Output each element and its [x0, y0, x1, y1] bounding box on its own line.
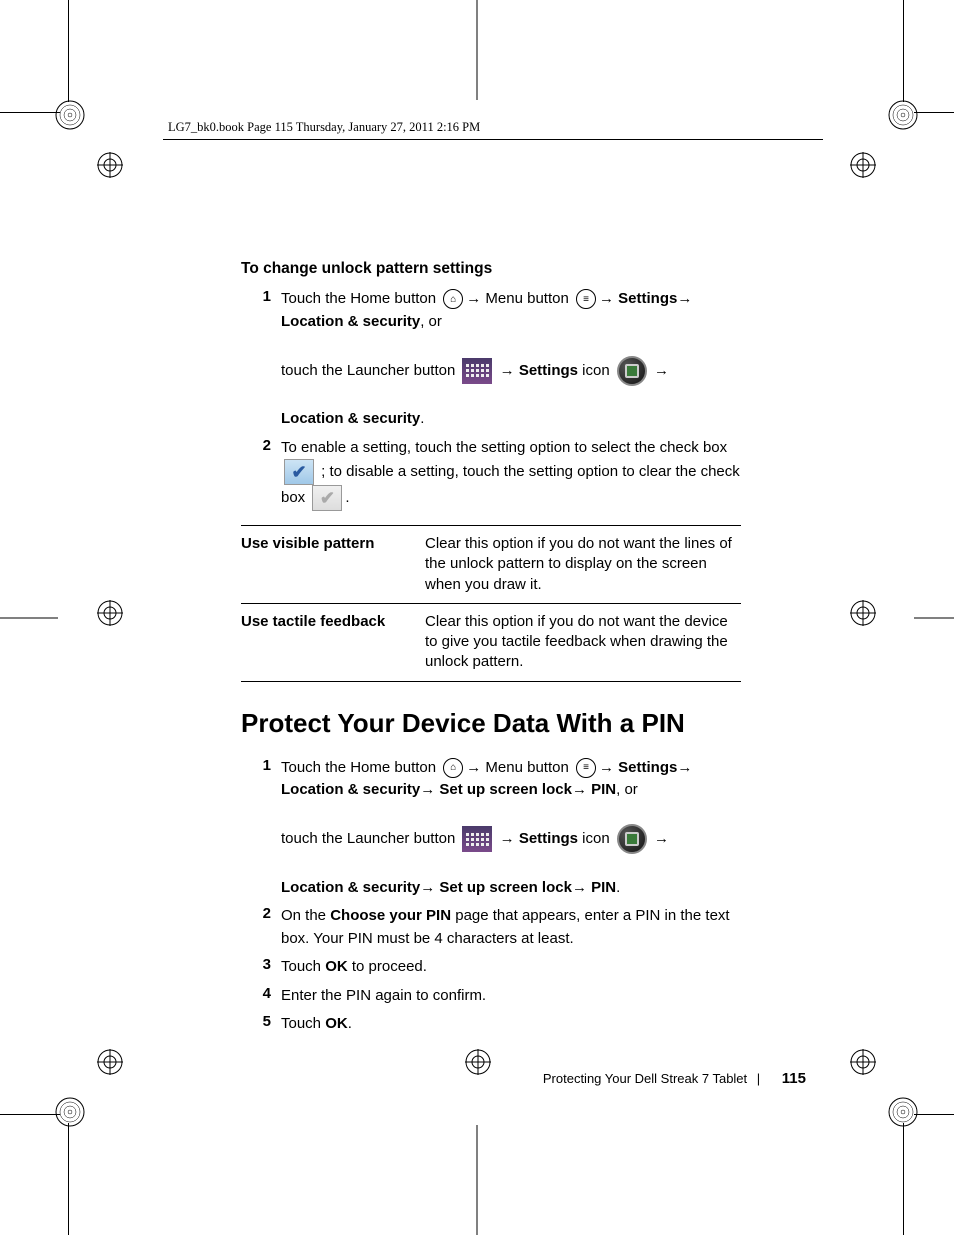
page-footer: Protecting Your Dell Streak 7 Tablet | 1…: [543, 1070, 806, 1087]
step-number: 4: [241, 985, 281, 1008]
section-title: To change unlock pattern settings: [241, 260, 741, 278]
steps-list-2: 1 Touch the Home button ⌂→ Menu button ≡…: [241, 757, 741, 1036]
launcher-icon: [462, 358, 492, 384]
checkbox-unchecked-icon: ✔: [312, 485, 342, 511]
step-text: Touch OK.: [281, 1013, 741, 1036]
home-button-icon: ⌂: [443, 758, 463, 778]
footer-separator: |: [757, 1071, 760, 1086]
settings-icon: [617, 356, 647, 386]
table-row: Use visible pattern Clear this option if…: [241, 526, 741, 604]
steps-list-1: 1 Touch the Home button ⌂→ Menu button ≡…: [241, 288, 741, 511]
step-number: 2: [241, 437, 281, 512]
option-label: Use tactile feedback: [241, 603, 425, 681]
step-number: 2: [241, 905, 281, 950]
step-text: On the Choose your PIN page that appears…: [281, 905, 741, 950]
checkbox-checked-icon: ✔: [284, 459, 314, 485]
menu-button-icon: ≡: [576, 289, 596, 309]
option-label: Use visible pattern: [241, 526, 425, 604]
option-desc: Clear this option if you do not want the…: [425, 526, 741, 604]
footer-chapter: Protecting Your Dell Streak 7 Tablet: [543, 1071, 747, 1086]
page-number: 115: [782, 1070, 806, 1087]
step-number: 1: [241, 288, 281, 431]
step-number: 1: [241, 757, 281, 900]
page-content: LG7_bk0.book Page 115 Thursday, January …: [68, 112, 904, 1115]
table-row: Use tactile feedback Clear this option i…: [241, 603, 741, 681]
step-number: 3: [241, 956, 281, 979]
home-button-icon: ⌂: [443, 289, 463, 309]
step-text: To enable a setting, touch the setting o…: [281, 437, 741, 512]
step-text: Touch the Home button ⌂→ Menu button ≡→ …: [281, 757, 741, 900]
header-rule: [163, 139, 823, 140]
step-number: 5: [241, 1013, 281, 1036]
step-text: Touch OK to proceed.: [281, 956, 741, 979]
menu-button-icon: ≡: [576, 758, 596, 778]
option-desc: Clear this option if you do not want the…: [425, 603, 741, 681]
settings-icon: [617, 824, 647, 854]
options-table: Use visible pattern Clear this option if…: [241, 525, 741, 682]
running-header: LG7_bk0.book Page 115 Thursday, January …: [168, 120, 904, 135]
step-text: Touch the Home button ⌂→ Menu button ≡→ …: [281, 288, 741, 431]
step-text: Enter the PIN again to confirm.: [281, 985, 741, 1008]
launcher-icon: [462, 826, 492, 852]
heading-pin: Protect Your Device Data With a PIN: [241, 708, 741, 739]
